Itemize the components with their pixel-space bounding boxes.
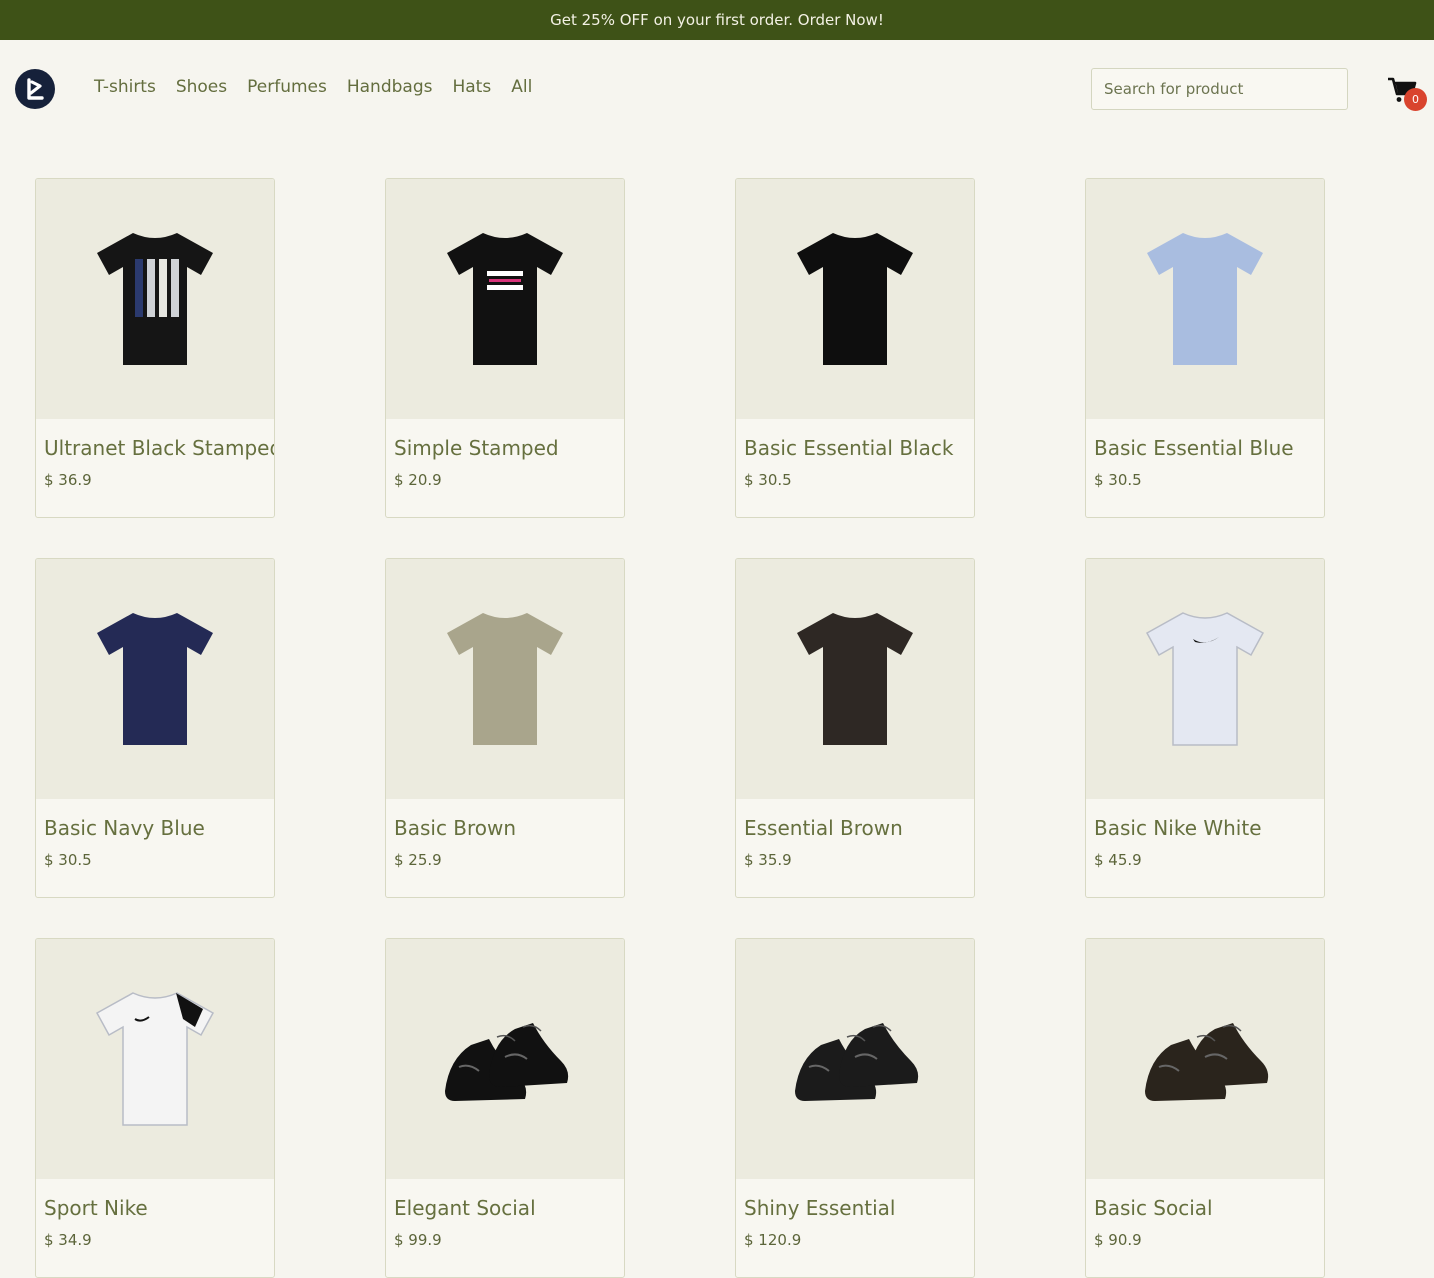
product-price: $ 34.9	[44, 1231, 92, 1249]
product-name[interactable]: Shiny Essential	[736, 1179, 974, 1220]
nav-item-all[interactable]: All	[511, 77, 532, 97]
site-header: T-shirts Shoes Perfumes Handbags Hats Al…	[0, 40, 1434, 138]
product-name[interactable]: Basic Essential Black	[736, 419, 974, 460]
product-name[interactable]: Basic Brown	[386, 799, 624, 840]
product-price: $ 120.9	[744, 1231, 802, 1249]
product-price: $ 36.9	[44, 471, 92, 489]
nav-item-hats[interactable]: Hats	[452, 77, 491, 97]
product-price: $ 99.9	[394, 1231, 442, 1249]
product-name[interactable]: Basic Navy Blue	[36, 799, 274, 840]
search-input[interactable]	[1091, 68, 1348, 110]
dark-brown-tshirt-image[interactable]	[736, 559, 974, 799]
product-price: $ 25.9	[394, 851, 442, 869]
promo-banner[interactable]: Get 25% OFF on your first order. Order N…	[0, 0, 1434, 40]
product-card-4[interactable]: Basic Essential Blue $ 30.5	[1085, 178, 1325, 518]
promo-text[interactable]: Get 25% OFF on your first order. Order N…	[550, 11, 884, 29]
product-price: $ 20.9	[394, 471, 442, 489]
product-name[interactable]: Elegant Social	[386, 1179, 624, 1220]
product-card-12[interactable]: Basic Social $ 90.9	[1085, 938, 1325, 1278]
product-card-1[interactable]: Ultranet Black Stamped $ 36.9	[35, 178, 275, 518]
product-price: $ 90.9	[1094, 1231, 1142, 1249]
product-name[interactable]: Basic Essential Blue	[1086, 419, 1324, 460]
product-name[interactable]: Basic Nike White	[1086, 799, 1324, 840]
product-card-8[interactable]: Basic Nike White $ 45.9	[1085, 558, 1325, 898]
black-tshirt-image[interactable]	[736, 179, 974, 419]
product-price: $ 30.5	[1094, 471, 1142, 489]
product-grid: Ultranet Black Stamped $ 36.9 Simple Sta…	[35, 178, 1325, 1278]
product-card-11[interactable]: Shiny Essential $ 120.9	[735, 938, 975, 1278]
navy-tshirt-image[interactable]	[36, 559, 274, 799]
black-striped-tshirt-image[interactable]	[36, 179, 274, 419]
product-name[interactable]: Ultranet Black Stamped	[36, 419, 274, 460]
product-price: $ 35.9	[744, 851, 792, 869]
product-card-5[interactable]: Basic Navy Blue $ 30.5	[35, 558, 275, 898]
product-name[interactable]: Basic Social	[1086, 1179, 1324, 1220]
product-name[interactable]: Sport Nike	[36, 1179, 274, 1220]
nav-item-tshirts[interactable]: T-shirts	[94, 77, 156, 97]
product-card-9[interactable]: Sport Nike $ 34.9	[35, 938, 275, 1278]
cart-count-badge: 0	[1404, 88, 1427, 111]
nav-item-handbags[interactable]: Handbags	[347, 77, 433, 97]
product-card-7[interactable]: Essential Brown $ 35.9	[735, 558, 975, 898]
product-card-10[interactable]: Elegant Social $ 99.9	[385, 938, 625, 1278]
black-shiny-shoes-image[interactable]	[736, 939, 974, 1179]
product-card-2[interactable]: Simple Stamped $ 20.9	[385, 178, 625, 518]
khaki-tshirt-image[interactable]	[386, 559, 624, 799]
white-sport-tshirt-image[interactable]	[36, 939, 274, 1179]
product-card-6[interactable]: Basic Brown $ 25.9	[385, 558, 625, 898]
product-price: $ 30.5	[44, 851, 92, 869]
product-name[interactable]: Essential Brown	[736, 799, 974, 840]
black-text-tshirt-image[interactable]	[386, 179, 624, 419]
nav-item-perfumes[interactable]: Perfumes	[247, 77, 327, 97]
product-card-3[interactable]: Basic Essential Black $ 30.5	[735, 178, 975, 518]
product-price: $ 45.9	[1094, 851, 1142, 869]
light-blue-tshirt-image[interactable]	[1086, 179, 1324, 419]
dark-brown-shoes-image[interactable]	[1086, 939, 1324, 1179]
product-price: $ 30.5	[744, 471, 792, 489]
category-nav: T-shirts Shoes Perfumes Handbags Hats Al…	[94, 77, 532, 97]
black-oxford-shoes-image[interactable]	[386, 939, 624, 1179]
product-name[interactable]: Simple Stamped	[386, 419, 624, 460]
white-nike-tshirt-image[interactable]	[1086, 559, 1324, 799]
brand-logo-icon[interactable]	[15, 69, 55, 109]
nav-item-shoes[interactable]: Shoes	[176, 77, 227, 97]
